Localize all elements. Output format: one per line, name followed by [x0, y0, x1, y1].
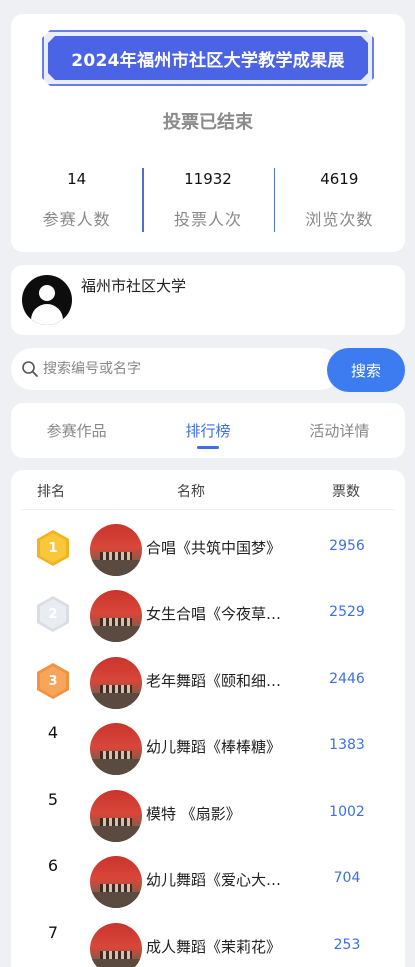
stat-label: 参赛人数 — [42, 210, 111, 229]
entry-thumbnail[interactable] — [90, 856, 142, 908]
rank-number: 1 — [40, 533, 66, 563]
user-icon-body — [31, 304, 63, 325]
tab-details[interactable]: 活动详情 — [274, 403, 405, 458]
tab-label: 参赛作品 — [46, 422, 107, 440]
rank-number: 2 — [40, 599, 66, 629]
entry-votes: 1002 — [329, 804, 365, 820]
entry-name: 老年舞蹈《颐和细… — [146, 672, 282, 690]
column-header-votes: 票数 — [332, 484, 360, 500]
stat-votes: 11932 投票人次 — [142, 166, 273, 234]
entry-votes: 2956 — [329, 538, 365, 554]
table-row[interactable]: 1 合唱《共筑中国梦》 2956 — [11, 510, 405, 576]
entry-name: 成人舞蹈《茉莉花》 — [146, 938, 282, 956]
stat-label: 浏览次数 — [305, 210, 374, 229]
table-row[interactable]: 6 幼儿舞蹈《爱心大… 704 — [11, 842, 405, 908]
tab-entries[interactable]: 参赛作品 — [11, 403, 142, 458]
organizer-card[interactable]: 福州市社区大学 — [11, 265, 405, 335]
silver-medal-icon: 2 — [37, 596, 69, 632]
entry-thumbnail[interactable] — [90, 590, 142, 642]
vote-status: 投票已结束 — [163, 112, 253, 133]
entry-name: 幼儿舞蹈《棒棒糖》 — [146, 738, 282, 756]
entry-votes: 1383 — [329, 737, 365, 753]
stats-row: 14 参赛人数 11932 投票人次 4619 浏览次数 — [11, 166, 405, 234]
gold-medal-icon: 1 — [37, 530, 69, 566]
column-header-name: 名称 — [177, 484, 205, 500]
tab-bar: 参赛作品 排行榜 活动详情 — [11, 403, 405, 458]
rank-number: 5 — [47, 790, 59, 809]
tab-label: 活动详情 — [309, 422, 370, 440]
search-bar[interactable] — [11, 348, 341, 390]
stat-views: 4619 浏览次数 — [273, 166, 405, 234]
stat-value: 11932 — [184, 170, 232, 188]
search-icon — [22, 361, 38, 377]
entry-thumbnail[interactable] — [90, 790, 142, 842]
entry-name: 女生合唱《今夜草… — [146, 605, 282, 623]
tab-label: 排行榜 — [185, 422, 231, 440]
entry-name: 幼儿舞蹈《爱心大… — [146, 871, 282, 889]
event-title: 2024年福州市社区大学教学成果展 — [48, 36, 368, 80]
rank-number: 3 — [40, 666, 66, 696]
column-header-rank: 排名 — [37, 484, 65, 500]
avatar[interactable] — [22, 275, 72, 325]
search-input[interactable] — [43, 348, 323, 390]
stat-participants: 14 参赛人数 — [11, 166, 142, 234]
entry-thumbnail[interactable] — [90, 923, 142, 967]
rank-number: 6 — [47, 856, 59, 875]
leaderboard-header: 排名 名称 票数 — [21, 470, 395, 510]
rank-number: 4 — [47, 723, 59, 742]
table-row[interactable]: 7 成人舞蹈《茉莉花》 253 — [11, 909, 405, 967]
entry-votes: 253 — [333, 937, 361, 953]
entry-thumbnail[interactable] — [90, 723, 142, 775]
stat-value: 4619 — [320, 170, 359, 188]
table-row[interactable]: 2 女生合唱《今夜草… 2529 — [11, 576, 405, 642]
bronze-medal-icon: 3 — [37, 663, 69, 699]
stat-label: 投票人次 — [173, 210, 242, 229]
entry-votes: 2446 — [329, 671, 365, 687]
table-row[interactable]: 4 幼儿舞蹈《棒棒糖》 1383 — [11, 709, 405, 775]
event-title-banner: 2024年福州市社区大学教学成果展 — [42, 30, 374, 86]
search-button[interactable]: 搜索 — [327, 348, 405, 392]
tab-leaderboard[interactable]: 排行榜 — [142, 403, 273, 458]
organizer-name: 福州市社区大学 — [81, 277, 187, 295]
active-tab-indicator — [196, 446, 219, 449]
entry-thumbnail[interactable] — [90, 657, 142, 709]
entry-name: 模特 《扇影》 — [146, 805, 241, 823]
entry-name: 合唱《共筑中国梦》 — [146, 539, 282, 557]
entry-thumbnail[interactable] — [90, 524, 142, 576]
entry-votes: 2529 — [329, 604, 365, 620]
table-row[interactable]: 5 模特 《扇影》 1002 — [11, 776, 405, 842]
stat-value: 14 — [67, 170, 87, 188]
table-row[interactable]: 3 老年舞蹈《颐和细… 2446 — [11, 643, 405, 709]
user-icon-head — [39, 285, 55, 301]
entry-votes: 704 — [333, 870, 361, 886]
leaderboard-card: 排名 名称 票数 1 合唱《共筑中国梦》 2956 2 女生合唱《今夜草… 25… — [11, 470, 405, 967]
event-header-card: 2024年福州市社区大学教学成果展 投票已结束 14 参赛人数 11932 投票… — [11, 14, 405, 252]
rank-number: 7 — [47, 923, 59, 942]
